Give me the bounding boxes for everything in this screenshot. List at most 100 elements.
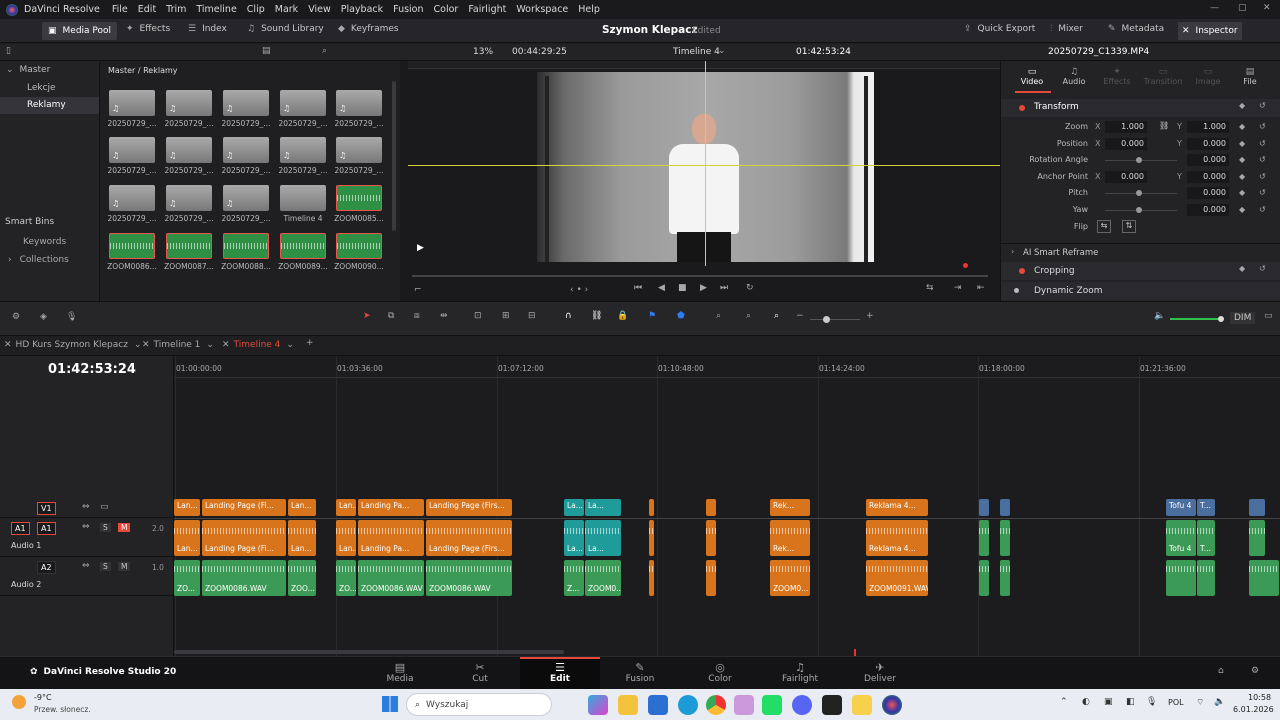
param-x-value[interactable]: 1.000 [1105, 121, 1147, 133]
page-fairlight[interactable]: ♫ Fairlight [760, 657, 840, 689]
jog-icon[interactable]: ‹ • › [570, 285, 588, 295]
list-view-icon[interactable]: ▤ [262, 46, 271, 56]
audio-clip-thumbnail[interactable] [336, 185, 382, 211]
fullscreen-icon[interactable]: ▭ [1264, 311, 1273, 321]
mute-button[interactable]: M [118, 562, 131, 571]
dynamic-zoom-dot[interactable] [1014, 288, 1019, 293]
step-back-icon[interactable]: ◀ [658, 283, 665, 293]
param-x-value[interactable]: 0.000 [1105, 170, 1147, 183]
keyframe-diamond-icon[interactable]: ◆ [1239, 139, 1245, 148]
zoom-slider-handle[interactable] [823, 316, 830, 323]
reset-icon[interactable]: ↺ [1259, 155, 1266, 164]
solo-button[interactable]: S [100, 562, 111, 571]
capcut-icon[interactable] [822, 695, 842, 715]
chrome-icon[interactable] [706, 695, 726, 715]
volume-icon[interactable]: 🔈 [1214, 697, 1225, 707]
close-icon[interactable]: ✕ [1263, 3, 1271, 13]
audio2-clip[interactable]: ZOOM0086.WAV [426, 560, 512, 596]
auto-track-icon[interactable]: ⇔ [82, 522, 90, 532]
menu-file[interactable]: File [112, 4, 128, 15]
microphone-icon[interactable]: 🎙 [1146, 697, 1157, 707]
audio-clip-thumbnail[interactable] [336, 233, 382, 259]
video-clip-thumbnail[interactable]: ♫ [336, 137, 382, 163]
search-icon[interactable]: ⌕ [322, 46, 327, 56]
maximize-icon[interactable]: ▢ [1238, 3, 1247, 13]
param-slider-handle[interactable] [1136, 157, 1142, 164]
play-icon[interactable]: ▶ [700, 283, 707, 293]
video-clip[interactable]: Landing Page (Fi... [202, 499, 286, 516]
audio2-clip[interactable]: ZOOM0... [770, 560, 810, 596]
page-fusion[interactable]: ✎ Fusion [600, 657, 680, 689]
clock-date[interactable]: 6.01.2026 [1233, 705, 1274, 714]
audio2-clip[interactable] [979, 560, 989, 596]
menu-workspace[interactable]: Workspace [516, 4, 568, 15]
dynamic-trim-icon[interactable]: ⧈ [414, 311, 420, 321]
link-icon[interactable]: ⛓ [1159, 121, 1169, 130]
audio2-clip[interactable]: ZO... [174, 560, 200, 596]
cropping-header[interactable]: Cropping ◆ ↺ [1001, 262, 1280, 280]
track-a1-label[interactable]: A1 [37, 522, 56, 535]
audio1-clip[interactable]: Landing Page (Firs... [426, 520, 512, 556]
keyframe-diamond-icon[interactable]: ◆ [1239, 155, 1245, 164]
inspector-tab-audio[interactable]: ♫ Audio [1059, 67, 1089, 86]
zoom-slider[interactable] [810, 319, 860, 320]
home-icon[interactable]: ⌂ [1218, 666, 1224, 676]
page-color[interactable]: ◎ Color [680, 657, 760, 689]
audio1-clip[interactable]: Lan... [174, 520, 200, 556]
photos-icon[interactable] [734, 695, 754, 715]
menu-view[interactable]: View [308, 4, 331, 15]
taskbar-search[interactable]: ⌕ Wyszukaj [406, 693, 552, 716]
close-icon[interactable]: ✕ [4, 340, 12, 350]
copilot-icon[interactable] [588, 695, 608, 715]
timeline-area[interactable]: 01:00:00:00 01:03:36:00 01:07:12:00 01:10:4… [174, 356, 1280, 656]
timeline-selector[interactable]: Timeline 4 [673, 47, 720, 57]
video-clip-thumbnail[interactable]: ♫ [280, 90, 326, 116]
tray-app-icon[interactable]: ◐ [1082, 697, 1090, 707]
audio2-clip[interactable]: ZOOM0086.WAV [358, 560, 424, 596]
lock-icon[interactable]: 🔒 [617, 311, 628, 321]
video-clip-thumbnail[interactable]: ♫ [336, 90, 382, 116]
audio2-clip[interactable]: ZOO... [288, 560, 316, 596]
video-clip[interactable]: T... [1197, 499, 1215, 516]
audio2-clip[interactable]: ZOOM0091.WAV [866, 560, 928, 596]
dim-button[interactable]: DIM [1230, 312, 1256, 324]
page-edit[interactable]: ☰ Edit [520, 657, 600, 689]
video-clip[interactable]: Landing Page (Firs... [426, 499, 512, 516]
reset-icon[interactable]: ↺ [1259, 101, 1266, 110]
linked-selection-icon[interactable]: ⛓ [591, 311, 602, 321]
keyframe-diamond-icon[interactable]: ◆ [1239, 101, 1245, 110]
dynamic-zoom-header[interactable]: Dynamic Zoom [1001, 282, 1280, 300]
audio1-clip[interactable]: La... [585, 520, 621, 556]
flag-icon[interactable]: ⚑ [648, 311, 656, 321]
weather-temp[interactable]: -9°C [34, 693, 52, 702]
audio2-clip[interactable] [1249, 560, 1279, 596]
playhead[interactable] [854, 649, 856, 656]
tray-chevron-icon[interactable]: ⌃ [1060, 697, 1068, 707]
menu-timeline[interactable]: Timeline [196, 4, 236, 15]
weather-desc[interactable]: Przew. słonecz. [34, 705, 91, 714]
sound-library-button[interactable]: ♫ Sound Library [247, 24, 324, 34]
audio1-clip[interactable]: T... [1197, 520, 1215, 556]
video-clip[interactable]: Lan... [336, 499, 356, 516]
sticky-notes-icon[interactable] [852, 695, 872, 715]
keyframe-diamond-icon[interactable]: ◆ [1239, 264, 1245, 273]
keyframe-diamond-icon[interactable]: ◆ [1239, 122, 1245, 131]
audio1-clip[interactable] [979, 520, 989, 556]
reset-icon[interactable]: ↺ [1259, 122, 1266, 131]
source-a1-label[interactable]: A1 [11, 522, 30, 535]
menu-mark[interactable]: Mark [275, 4, 298, 15]
pool-scrollbar[interactable] [392, 81, 396, 231]
audio2-clip[interactable] [1197, 560, 1215, 596]
bin-master[interactable]: ⌄ Master [6, 65, 50, 75]
keyframe-diamond-icon[interactable]: ◆ [1239, 172, 1245, 181]
menu-fusion[interactable]: Fusion [393, 4, 423, 15]
ai-smart-reframe-header[interactable]: › AI Smart Reframe [1001, 243, 1280, 261]
audio-view-icon[interactable]: ◈ [40, 312, 47, 322]
video-clip[interactable] [706, 499, 716, 516]
settings-icon[interactable]: ⚙ [1251, 666, 1259, 676]
blade-tool-icon[interactable]: ⇹ [440, 311, 448, 321]
cropping-enabled-dot[interactable] [1019, 268, 1025, 274]
audio2-clip[interactable]: ZOOM0086.WAV [202, 560, 286, 596]
timeline-tab-4[interactable]: ✕ Timeline 4 ⌄ [222, 340, 294, 350]
track-video-icon[interactable]: ▭ [100, 502, 109, 512]
